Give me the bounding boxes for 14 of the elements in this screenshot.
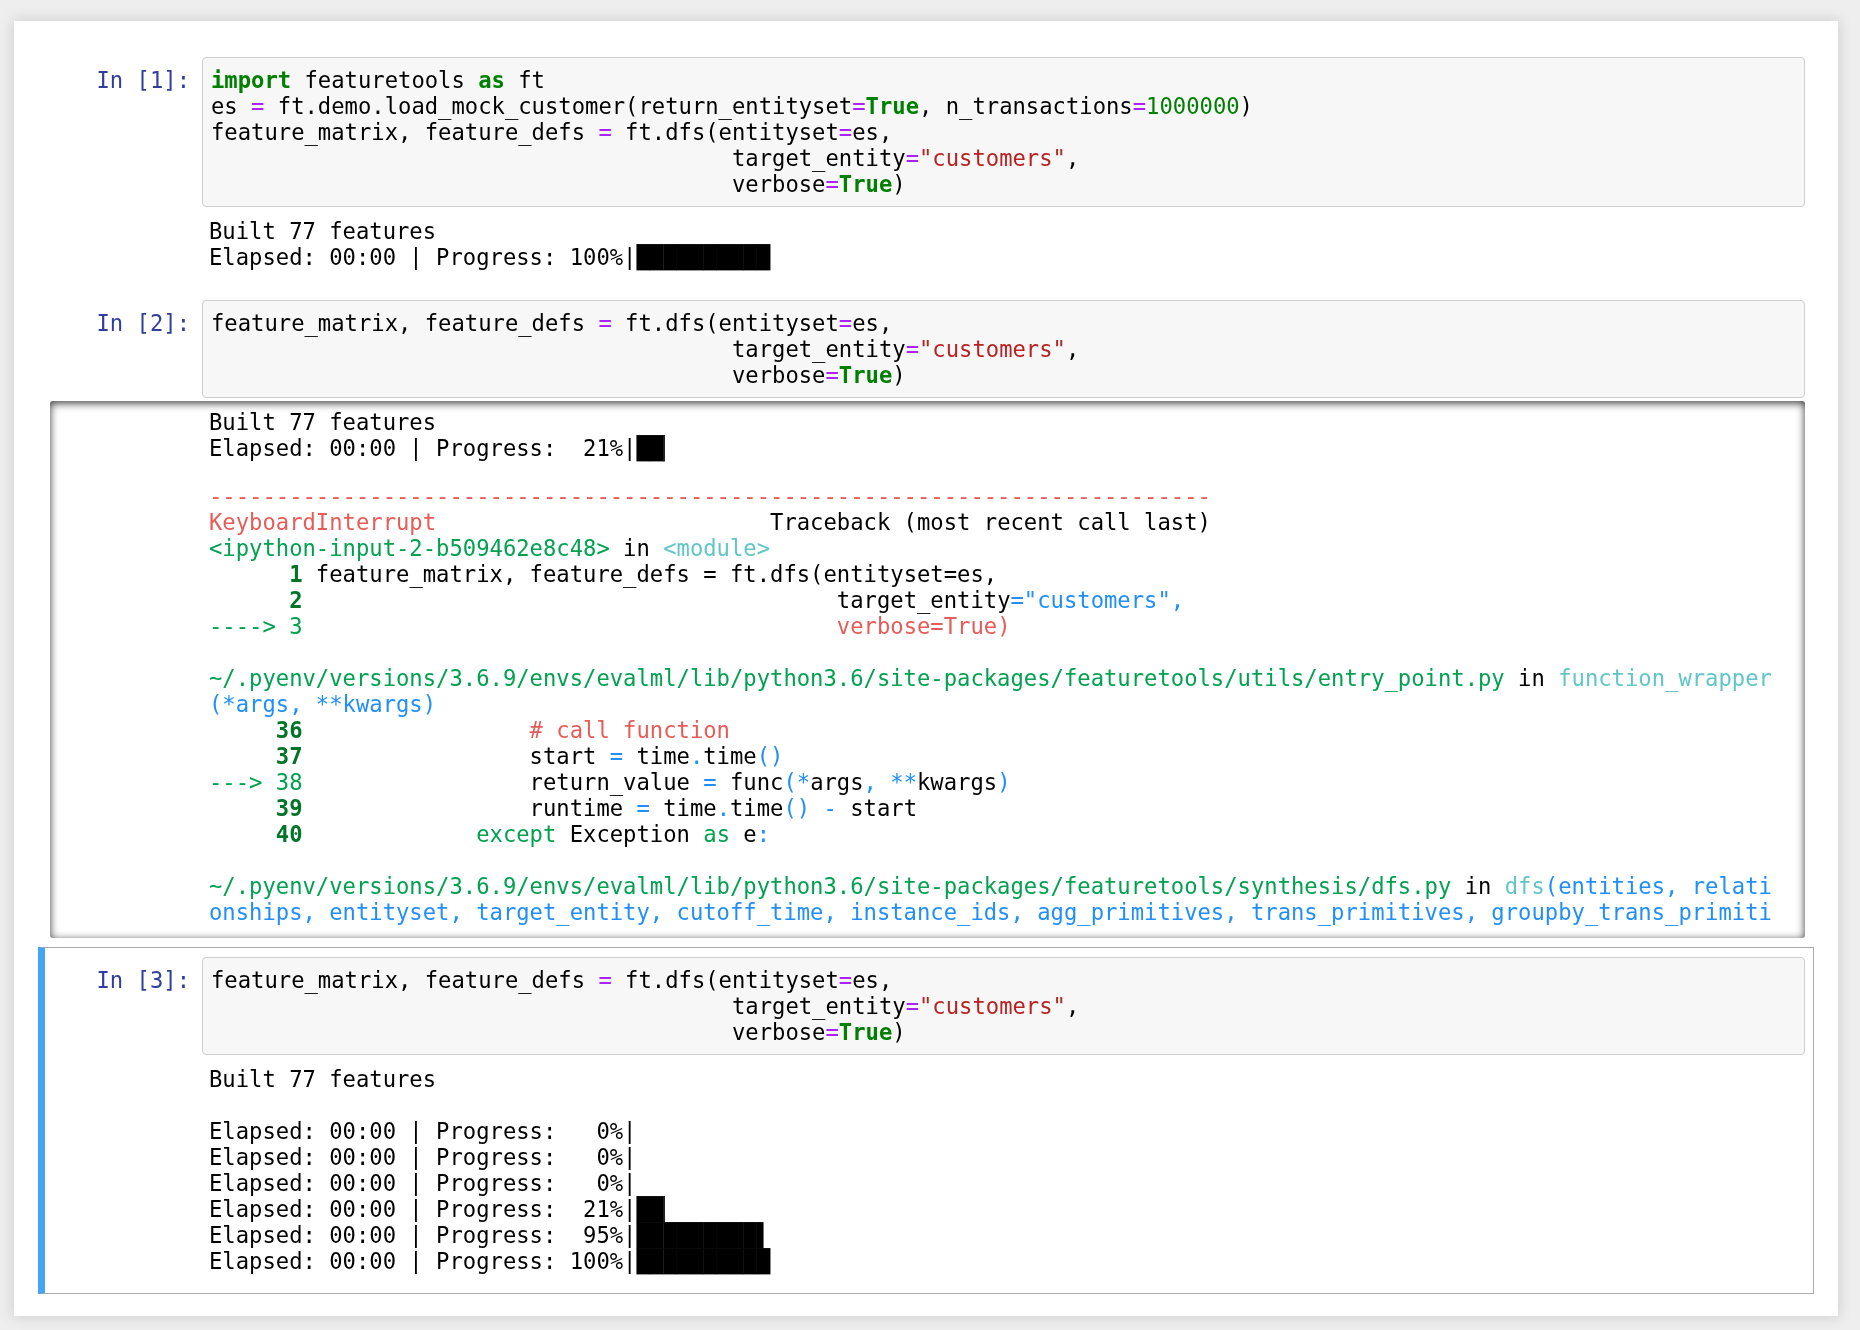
- input-prompt: In [1]:: [96, 67, 190, 93]
- stream-output: Built 77 features Elapsed: 00:00 | Progress: 100%|██████████: [209, 218, 771, 270]
- traceback-frame: ~/.pyenv/versions/3.6.9/envs/evalml/lib/python3.6/site-packages/featuretools/synthesis/dfs.py in dfs(entities, relationships, entityset, target_entity, cutoff_time, instance_ids, agg_primitives, trans_primitives, groupby_trans_primiti: [209, 873, 1778, 925]
- traceback-frame: <ipython-input-2-b509462e8c48> in <module> 1 feature_matrix, feature_defs = ft.dfs(entityset=es, 2 target_entity="customers", ----> 3 verbose=True): [209, 535, 1185, 639]
- input-prompt: In [2]:: [96, 310, 190, 336]
- code-input[interactable]: import featuretools as ft es = ft.demo.load_mock_customer(return_entityset=True, n_transactions=1000000) feature_matrix, feature_defs = ft.dfs(entityset=es, target_entity="customers", verbose=True): [202, 57, 1805, 207]
- traceback-header: --------------------------------------------------------------------------- KeyboardInterrupt Traceback (most recent call last): [209, 483, 1211, 535]
- traceback-frame: ~/.pyenv/versions/3.6.9/envs/evalml/lib/python3.6/site-packages/featuretools/utils/entry_point.py in function_wrapper (*args, **kwargs) 36 # call function 37 start = time.time() ---> 38 return_value = func(*args, **kwargs) 39 runtime = time.time() - start 40 except Exception as e:: [209, 665, 1778, 847]
- input-prompt: In [3]:: [96, 967, 190, 993]
- code-input[interactable]: feature_matrix, feature_defs = ft.dfs(entityset=es, target_entity="customers", verbose=True): [202, 300, 1805, 398]
- stream-output: Built 77 features Elapsed: 00:00 | Progress: 0%| Elapsed: 00:00 | Progress: 0%| Elapsed: 00:00 | Progress: 0%| Elapsed: 00:00 | Progress: 21%|██▏ Elapsed: 00:00 | Progress: 95%|█████████▌ Elapsed: 00:00 | Progress: 100%|██████████: [209, 1066, 771, 1274]
- stream-output: Built 77 features Elapsed: 00:00 | Progress: 21%|██▏: [209, 409, 677, 461]
- notebook-cell[interactable]: [38, 947, 1814, 1294]
- code-input[interactable]: feature_matrix, feature_defs = ft.dfs(entityset=es, target_entity="customers", verbose=True): [202, 957, 1805, 1055]
